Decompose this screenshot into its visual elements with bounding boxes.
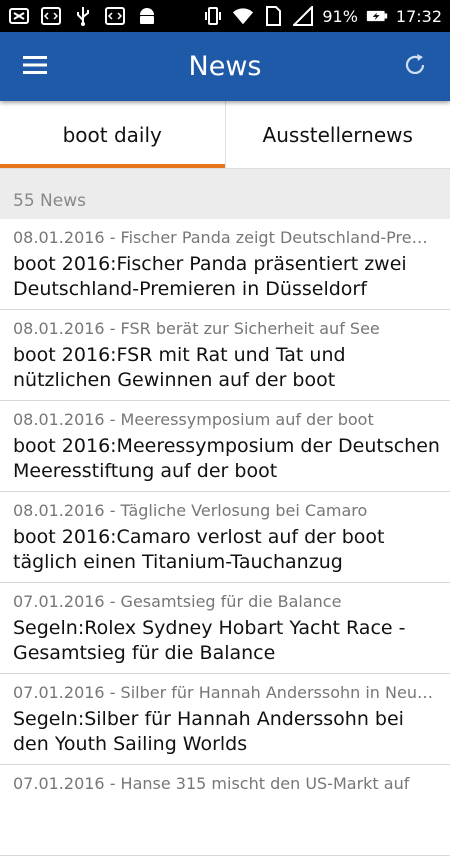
wifi-icon — [232, 6, 254, 26]
code-icon — [40, 6, 62, 26]
cross-icon — [8, 6, 30, 26]
list-item[interactable]: 08.01.2016 - Tägliche Verlosung bei Cama… — [0, 492, 450, 583]
usb-icon — [72, 6, 94, 26]
item-title: Segeln:Rolex Sydney Hobart Yacht Race - … — [13, 616, 440, 666]
item-meta: 08.01.2016 - Fischer Panda zeigt Deutsch… — [13, 227, 440, 249]
item-title: boot 2016:Camaro verlost auf der boot tä… — [13, 525, 440, 575]
refresh-button[interactable] — [380, 32, 450, 101]
item-title: boot 2016:Fischer Panda präsentiert zwei… — [13, 252, 440, 302]
news-count: 55 News — [0, 169, 450, 219]
page-title: News — [70, 51, 380, 82]
code-icon — [104, 6, 126, 26]
list-item[interactable]: 07.01.2016 - Hanse 315 mischt den US-Mar… — [0, 765, 450, 856]
vibrate-icon — [202, 6, 224, 26]
list-item[interactable]: 07.01.2016 - Silber für Hannah Anderssoh… — [0, 674, 450, 765]
battery-level: 91% — [322, 7, 358, 26]
clock: 17:32 — [396, 7, 442, 26]
item-meta: 07.01.2016 - Silber für Hannah Anderssoh… — [13, 682, 440, 704]
item-title: Segeln:Silber für Hannah Anderssohn bei … — [13, 707, 440, 757]
item-meta: 08.01.2016 - Tägliche Verlosung bei Cama… — [13, 500, 440, 522]
refresh-icon — [402, 52, 428, 82]
tab-ausstellernews[interactable]: Ausstellernews — [225, 101, 450, 169]
hamburger-icon — [23, 56, 47, 78]
app-bar: News — [0, 32, 450, 101]
list-item[interactable]: 07.01.2016 - Gesamtsieg für die Balance … — [0, 583, 450, 674]
item-meta: 07.01.2016 - Gesamtsieg für die Balance — [13, 591, 440, 613]
menu-button[interactable] — [0, 32, 70, 101]
item-title: boot 2016:FSR mit Rat und Tat und nützli… — [13, 343, 440, 393]
battery-charging-icon — [366, 6, 388, 26]
signal-icon — [292, 6, 314, 26]
list-item[interactable]: 08.01.2016 - Meeressymposium auf der boo… — [0, 401, 450, 492]
tab-boot-daily[interactable]: boot daily — [0, 101, 225, 169]
tab-bar: boot daily Ausstellernews — [0, 101, 450, 169]
item-title: boot 2016:Meeressymposium der Deutschen … — [13, 434, 440, 484]
status-bar: 91% 17:32 — [0, 0, 450, 32]
list-item[interactable]: 08.01.2016 - Fischer Panda zeigt Deutsch… — [0, 219, 450, 310]
item-meta: 08.01.2016 - Meeressymposium auf der boo… — [13, 409, 440, 431]
android-icon — [136, 6, 158, 26]
item-meta: 08.01.2016 - FSR berät zur Sicherheit au… — [13, 318, 440, 340]
news-list: 08.01.2016 - Fischer Panda zeigt Deutsch… — [0, 219, 450, 856]
list-item[interactable]: 08.01.2016 - FSR berät zur Sicherheit au… — [0, 310, 450, 401]
sim-icon — [262, 6, 284, 26]
item-meta: 07.01.2016 - Hanse 315 mischt den US-Mar… — [13, 773, 440, 795]
